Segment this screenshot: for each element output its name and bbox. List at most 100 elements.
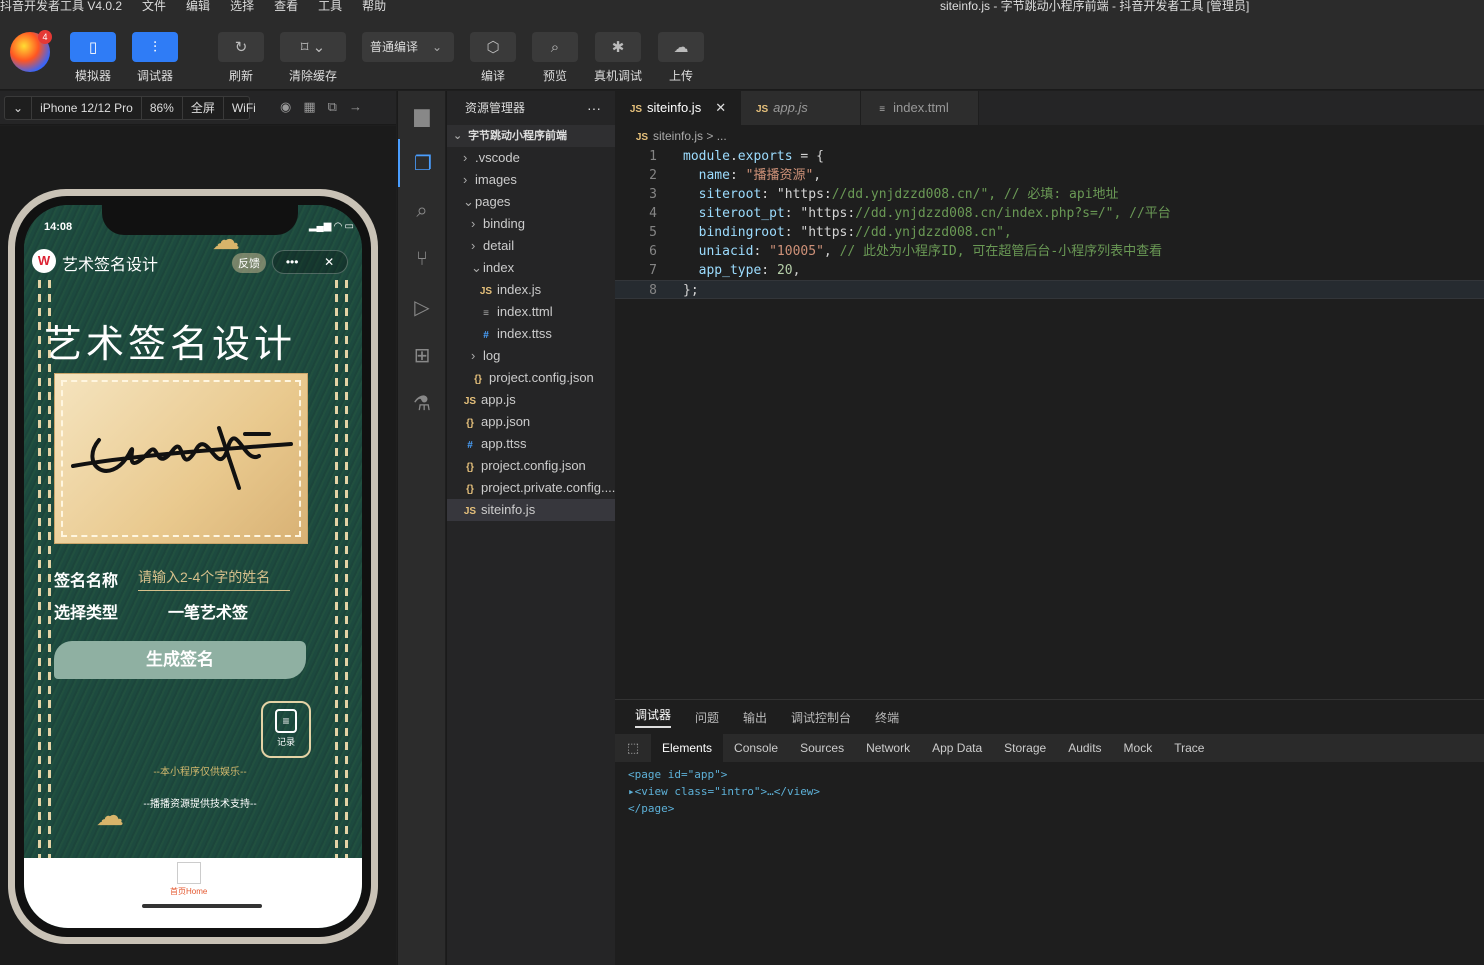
menu-help[interactable]: 帮助 bbox=[362, 0, 386, 12]
tab-siteinfo-js[interactable]: JS siteinfo.js ✕ bbox=[615, 91, 742, 125]
preview-button[interactable]: ⌕ 预览 bbox=[532, 32, 578, 84]
dom-node-page[interactable]: <page id="app"> bbox=[628, 766, 1484, 783]
records-button[interactable]: ≡ 记录 bbox=[261, 701, 311, 758]
line-text[interactable]: bindingroot: "https://dd.ynjdzzd008.cn", bbox=[683, 223, 1012, 242]
file-item[interactable]: JS siteinfo.js bbox=[447, 499, 615, 521]
more-icon[interactable]: ··· bbox=[587, 91, 601, 125]
close-icon[interactable]: ✕ bbox=[715, 100, 726, 115]
clear-cache-button[interactable]: ⌑ ⌄ 清除缓存 bbox=[280, 32, 346, 84]
tab-output[interactable]: 输出 bbox=[743, 709, 767, 726]
network-select[interactable]: WiFi bbox=[224, 97, 264, 119]
tab-sources[interactable]: Sources bbox=[789, 734, 855, 762]
test-flask-icon[interactable]: ⚗ bbox=[398, 379, 446, 427]
folder-item[interactable]: › binding bbox=[447, 213, 615, 235]
menu-capsule[interactable]: ••• ✕ bbox=[272, 250, 348, 274]
dom-node-page-close[interactable]: </page> bbox=[628, 800, 1484, 817]
type-select[interactable]: 一笔艺术签 bbox=[168, 599, 248, 623]
code-line[interactable]: 5 bindingroot: "https://dd.ynjdzzd008.cn… bbox=[615, 223, 1484, 242]
tab-console[interactable]: Console bbox=[723, 734, 789, 762]
code-line[interactable]: 4 siteroot_pt: "https://dd.ynjdzzd008.cn… bbox=[615, 204, 1484, 223]
code-line[interactable]: 7 app_type: 20, bbox=[615, 261, 1484, 280]
file-item[interactable]: {} app.json bbox=[447, 411, 615, 433]
grid-icon[interactable]: ▦ bbox=[303, 99, 315, 115]
chevron-down-icon[interactable]: ⌄ bbox=[5, 97, 33, 119]
file-item[interactable]: # app.ttss bbox=[447, 433, 615, 455]
device-selector[interactable]: ⌄ iPhone 12/12 Pro 86% 全屏 WiFi bbox=[4, 96, 256, 120]
close-icon[interactable]: ✕ bbox=[324, 255, 334, 269]
compile-mode-select[interactable]: 普通编译 ⌄ bbox=[362, 32, 454, 62]
extensions-icon[interactable]: ⊞ bbox=[398, 331, 446, 379]
tab-elements[interactable]: Elements bbox=[651, 734, 724, 762]
menu-file[interactable]: 文件 bbox=[142, 0, 166, 12]
project-root[interactable]: ⌄ 字节跳动小程序前端 bbox=[447, 125, 615, 147]
folder-item[interactable]: › detail bbox=[447, 235, 615, 257]
fullscreen-toggle[interactable]: 全屏 bbox=[183, 97, 224, 119]
arrow-right-icon[interactable]: → bbox=[349, 99, 362, 115]
code-line[interactable]: 1 module.exports = { bbox=[615, 147, 1484, 166]
tab-index-ttml[interactable]: ≡ index.ttml bbox=[861, 91, 980, 125]
file-item[interactable]: JS app.js bbox=[447, 389, 615, 411]
code-content[interactable]: 1 module.exports = {2 name: "播播资源", 3 site… bbox=[615, 147, 1484, 299]
line-text[interactable]: module.exports = { bbox=[683, 147, 824, 166]
simulator-button[interactable]: ▯ 模拟器 bbox=[70, 32, 116, 84]
debugger-button[interactable]: ⫶ 调试器 bbox=[132, 32, 178, 84]
source-control-icon[interactable]: ⑂ bbox=[398, 235, 446, 283]
tab-storage[interactable]: Storage bbox=[993, 734, 1057, 762]
code-line[interactable]: 2 name: "播播资源", bbox=[615, 166, 1484, 185]
code-line[interactable]: 6 uniacid: "10005", // 此处为小程序ID, 可在超管后台-… bbox=[615, 242, 1484, 261]
line-text[interactable]: }; bbox=[683, 281, 699, 300]
popout-icon[interactable]: ⧉ bbox=[328, 99, 337, 115]
line-text[interactable]: uniacid: "10005", // 此处为小程序ID, 可在超管后台-小程… bbox=[683, 242, 1163, 261]
file-item[interactable]: # index.ttss bbox=[447, 323, 615, 345]
user-switch-icon[interactable]: ◉ bbox=[280, 99, 291, 115]
line-text[interactable]: app_type: 20, bbox=[683, 261, 801, 280]
tab-mock[interactable]: Mock bbox=[1113, 734, 1164, 762]
menu-edit[interactable]: 编辑 bbox=[186, 0, 210, 12]
file-item[interactable]: ≡ index.ttml bbox=[447, 301, 615, 323]
code-line[interactable]: 3 siteroot: "https://dd.ynjdzzd008.cn/",… bbox=[615, 185, 1484, 204]
feedback-button[interactable]: 反馈 bbox=[232, 253, 266, 273]
tab-trace[interactable]: Trace bbox=[1163, 734, 1215, 762]
folder-item[interactable]: ⌄pages bbox=[447, 191, 615, 213]
folder-item[interactable]: ⌄index bbox=[447, 257, 615, 279]
tab-network[interactable]: Network bbox=[855, 734, 921, 762]
folder-item[interactable]: › images bbox=[447, 169, 615, 191]
upload-button[interactable]: ☁ 上传 bbox=[658, 32, 704, 84]
zoom-level[interactable]: 86% bbox=[142, 97, 183, 119]
line-text[interactable]: siteroot: "https://dd.ynjdzzd008.cn/", /… bbox=[683, 185, 1119, 204]
tab-terminal[interactable]: 终端 bbox=[875, 709, 899, 726]
tab-home[interactable]: 首页Home bbox=[170, 862, 207, 897]
line-text[interactable]: name: "播播资源", bbox=[683, 166, 821, 185]
file-item[interactable]: {} project.config.json bbox=[447, 455, 615, 477]
line-text[interactable]: siteroot_pt: "https://dd.ynjdzzd008.cn/i… bbox=[683, 204, 1171, 223]
outline-icon[interactable]: ▆ bbox=[398, 91, 446, 139]
tab-problems[interactable]: 问题 bbox=[695, 709, 719, 726]
element-picker-icon[interactable]: ⬚ bbox=[615, 734, 651, 762]
caret-right-icon[interactable]: ▸ bbox=[628, 785, 635, 798]
file-item[interactable]: {} project.private.config.... bbox=[447, 477, 615, 499]
more-icon[interactable]: ••• bbox=[286, 255, 299, 269]
tab-app-data[interactable]: App Data bbox=[921, 734, 993, 762]
file-item[interactable]: JS index.js bbox=[447, 279, 615, 301]
menu-select[interactable]: 选择 bbox=[230, 0, 254, 12]
menu-tools[interactable]: 工具 bbox=[318, 0, 342, 12]
name-input[interactable]: 请输入2-4个字的姓名 bbox=[138, 567, 290, 591]
files-icon[interactable]: ❐ bbox=[398, 139, 446, 187]
folder-item[interactable]: › .vscode bbox=[447, 147, 615, 169]
tab-audits[interactable]: Audits bbox=[1057, 734, 1112, 762]
dom-node-view[interactable]: ▸<view class="intro">…</view> bbox=[628, 783, 1484, 800]
device-debug-button[interactable]: ✱ 真机调试 bbox=[594, 32, 642, 84]
tab-app-js[interactable]: JS app.js bbox=[741, 91, 862, 125]
device-name[interactable]: iPhone 12/12 Pro bbox=[32, 97, 142, 119]
file-item[interactable]: {} project.config.json bbox=[447, 367, 615, 389]
search-icon[interactable]: ⌕ bbox=[398, 187, 446, 235]
menu-view[interactable]: 查看 bbox=[274, 0, 298, 12]
run-debug-icon[interactable]: ▷ bbox=[398, 283, 446, 331]
tab-debugger[interactable]: 调试器 bbox=[635, 706, 672, 728]
code-line[interactable]: 8}; bbox=[615, 280, 1484, 299]
tab-debug-console[interactable]: 调试控制台 bbox=[791, 709, 851, 726]
breadcrumb-path[interactable]: siteinfo.js > ... bbox=[653, 129, 727, 143]
compile-button[interactable]: ⬡ 编译 bbox=[470, 32, 516, 84]
refresh-button[interactable]: ↻ 刷新 bbox=[218, 32, 264, 84]
generate-signature-button[interactable]: 生成签名 bbox=[54, 641, 306, 679]
